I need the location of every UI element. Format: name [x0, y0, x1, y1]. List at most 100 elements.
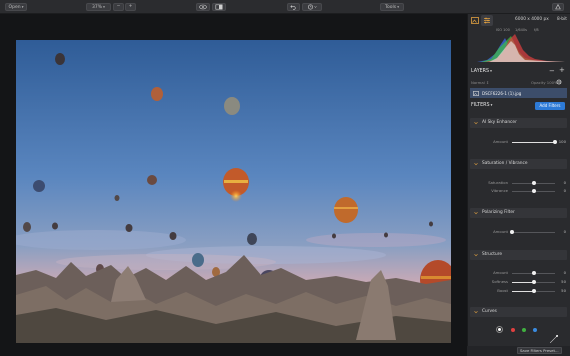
slider-track[interactable] [512, 140, 557, 144]
slider-knob[interactable] [531, 289, 536, 293]
slider-knob[interactable] [531, 271, 536, 275]
filter-section-title: Polarizing Filter [482, 210, 515, 215]
slider-track[interactable] [512, 289, 555, 293]
zoom-in-button[interactable]: + [125, 3, 136, 11]
history-icon [307, 4, 317, 10]
open-label: Open [8, 5, 21, 10]
chevron-down-icon [474, 162, 478, 166]
slider-value: 50 [561, 288, 566, 293]
remove-layer-button[interactable]: − [549, 67, 555, 75]
curve-channel-rgb[interactable] [496, 326, 503, 333]
gear-icon[interactable] [556, 79, 562, 85]
slider-track[interactable] [512, 189, 555, 193]
compare-button[interactable] [212, 3, 226, 11]
slider-track[interactable] [510, 230, 555, 234]
layers-title: LAYERS ▾ [471, 69, 492, 74]
histogram [477, 34, 565, 62]
top-toolbar: Open ▾ 37% ▾ − + Tools ▾ [0, 0, 570, 14]
slider-label: Boost [497, 288, 508, 293]
canvas-area [0, 14, 467, 356]
slider-value: 0 [563, 180, 566, 185]
zoom-label: 37% [92, 5, 103, 10]
curve-channel-green[interactable] [522, 328, 526, 332]
layer-file-name: DSCF6226-1 (1).jpg [482, 90, 522, 96]
filters-tab[interactable] [481, 15, 493, 26]
slider-fill [512, 141, 555, 143]
curve-channel-red[interactable] [511, 328, 515, 332]
undo-icon [290, 5, 296, 10]
filter-section-structure[interactable]: Structure [470, 250, 567, 260]
slider-row: Saturation 0 [470, 179, 567, 187]
app-window: Open ▾ 37% ▾ − + Tools ▾ 6000 x 4000 px … [0, 0, 570, 356]
bit-depth: 8-bit [557, 17, 567, 22]
filter-section-polarizing-filter[interactable]: Polarizing Filter [470, 208, 567, 218]
chevron-down-icon [474, 211, 478, 215]
filter-section-title: AI Sky Enhancer [482, 120, 517, 125]
zoom-dropdown[interactable]: 37% ▾ [86, 3, 111, 11]
slider-label: Softness [491, 279, 508, 284]
slider-value: 50 [561, 279, 566, 284]
filters-title-label: FILTERS [471, 103, 490, 108]
slider-fill [512, 290, 534, 292]
slider-value: 0 [563, 229, 566, 234]
curve-channel-blue[interactable] [533, 328, 537, 332]
slider-label: Vibrance [491, 188, 508, 193]
slider-row: Softness 50 [470, 278, 567, 286]
filter-section-curves[interactable]: Curves [470, 307, 567, 317]
layers-title-label: LAYERS [471, 69, 490, 74]
share-icon [555, 4, 561, 10]
slider-track[interactable] [512, 280, 555, 284]
chevron-down-icon [474, 310, 478, 314]
blend-mode-label: Normal [471, 80, 485, 85]
balloons-photo [16, 40, 451, 343]
layer-row[interactable]: DSCF6226-1 (1).jpg [470, 88, 567, 98]
chevron-down-icon [474, 121, 478, 125]
slider-label: Saturation [488, 180, 508, 185]
slider-fill [512, 281, 534, 283]
slider-value: 100 [558, 139, 566, 144]
history-button[interactable] [302, 3, 322, 11]
slider-knob[interactable] [531, 181, 536, 185]
slider-track[interactable] [512, 271, 555, 275]
photo-tab-icon[interactable] [471, 17, 479, 24]
filters-title: FILTERS ▾ [471, 103, 493, 108]
minus-label: − [116, 4, 121, 9]
curve-graph[interactable] [550, 335, 558, 343]
open-button[interactable]: Open ▾ [5, 3, 27, 11]
plus-label: + [128, 4, 133, 9]
add-layer-button[interactable]: + [559, 66, 565, 74]
share-button[interactable] [552, 3, 564, 11]
undo-button[interactable] [287, 3, 300, 11]
image-layer-icon [473, 90, 479, 96]
compare-icon [215, 4, 223, 10]
slider-knob[interactable] [531, 189, 536, 193]
chevron-down-icon [474, 253, 478, 257]
slider-track[interactable] [512, 181, 555, 185]
slider-knob[interactable] [510, 230, 514, 234]
bottom-bar: Save Filters Preset... [467, 346, 570, 356]
add-filters-button[interactable]: Add Filters [535, 102, 565, 110]
slider-label: Amount [493, 139, 508, 144]
zoom-out-button[interactable]: − [113, 3, 124, 11]
preview-button[interactable] [196, 3, 210, 11]
slider-row: Amount 0 [470, 269, 567, 277]
save-filters-preset-button[interactable]: Save Filters Preset... [517, 347, 562, 354]
filter-section-title: Structure [482, 252, 502, 257]
curve-channel-rgb-dot [498, 328, 501, 331]
blend-mode-dropdown[interactable]: Normal ⇕ [471, 80, 489, 85]
slider-row: Vibrance 0 [470, 187, 567, 195]
eye-icon [199, 4, 207, 10]
slider-knob[interactable] [531, 280, 536, 284]
filter-section-title: Curves [482, 309, 497, 314]
slider-row: Amount 100 [470, 138, 567, 146]
image-dimensions: 6000 x 4000 px [515, 17, 549, 22]
filter-section-saturation-vibrance[interactable]: Saturation / Vibrance [470, 159, 567, 169]
filter-section-ai-sky-enhancer[interactable]: AI Sky Enhancer [470, 118, 567, 128]
slider-label: Amount [493, 270, 508, 275]
photo-preview[interactable] [16, 40, 451, 343]
filter-section-title: Saturation / Vibrance [482, 161, 528, 166]
sliders-tab-icon [484, 17, 490, 24]
tools-dropdown[interactable]: Tools ▾ [380, 3, 404, 11]
tools-label: Tools [385, 5, 397, 10]
slider-label: Amount [493, 229, 508, 234]
